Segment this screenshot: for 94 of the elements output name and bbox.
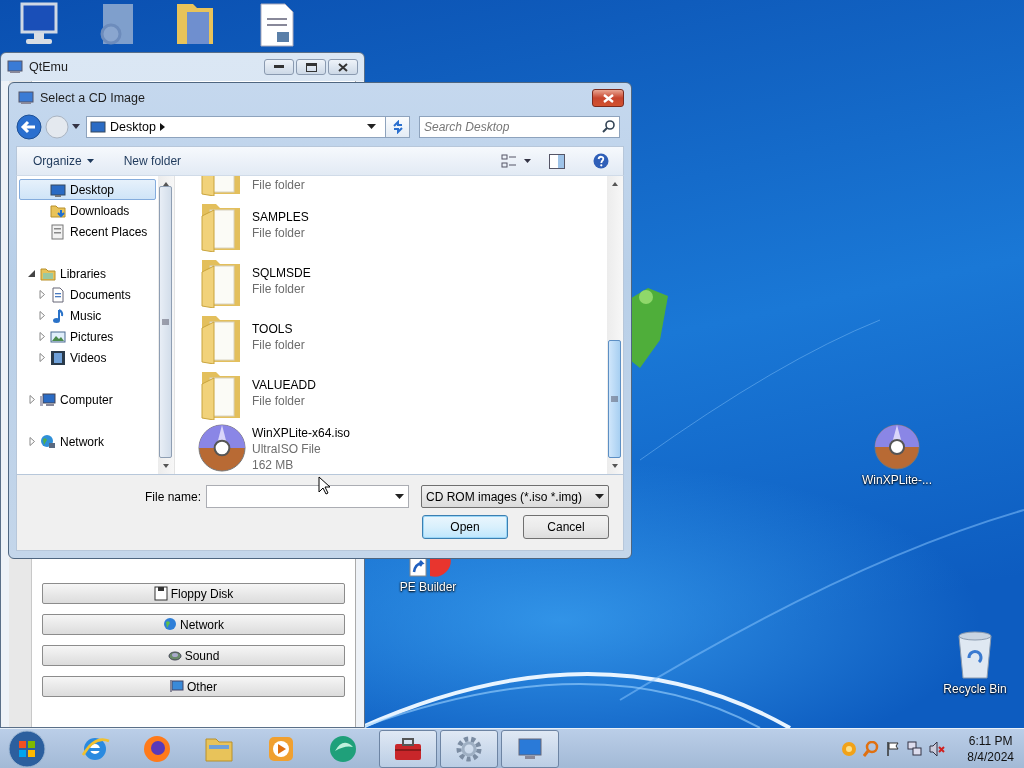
app-icon — [18, 90, 34, 106]
file-type: File folder — [252, 177, 305, 193]
file-name: SQLMSDE — [252, 265, 311, 281]
file-item[interactable]: WinXPLite-x64.iso UltraISO File 162 MB — [179, 424, 607, 474]
computer-icon — [40, 391, 56, 408]
nav-item[interactable]: Music — [19, 305, 156, 326]
maximize-icon — [305, 62, 317, 72]
address-bar[interactable]: Desktop — [86, 116, 386, 138]
nav-item[interactable]: Desktop — [19, 179, 156, 200]
file-item[interactable]: SQLMSDE File folder — [179, 256, 607, 312]
minimize-icon — [274, 65, 284, 69]
nav-item[interactable]: Libraries — [19, 263, 156, 284]
file-type: File folder — [252, 281, 306, 297]
file-item[interactable]: SAMPLES File folder — [179, 200, 607, 256]
cancel-button[interactable]: Cancel — [523, 515, 609, 539]
start-button[interactable] — [8, 729, 46, 768]
scrollbar[interactable] — [607, 176, 623, 474]
expand-arrow-icon[interactable] — [28, 269, 36, 278]
device-button[interactable]: Network — [42, 614, 345, 635]
speaker-icon — [167, 648, 182, 663]
new-folder-button[interactable]: New folder — [117, 151, 188, 171]
download-folder-icon — [50, 202, 66, 219]
file-type: File folder — [252, 337, 305, 353]
desktop-icon — [50, 181, 66, 198]
document-icon — [50, 286, 66, 303]
disc-icon[interactable] — [873, 423, 921, 471]
picture-icon — [50, 328, 66, 345]
device-button[interactable]: Sound — [42, 645, 345, 666]
file-type-dropdown[interactable]: CD ROM images (*.iso *.img) — [421, 485, 609, 508]
icon-label[interactable]: Recycle Bin — [943, 682, 1007, 696]
breadcrumb[interactable]: Desktop — [110, 120, 156, 134]
taskbar-window-button[interactable] — [379, 729, 437, 768]
refresh-button[interactable] — [386, 116, 410, 138]
close-button[interactable] — [328, 59, 358, 75]
file-type: File folder — [252, 393, 306, 409]
globe-icon — [163, 617, 177, 632]
close-icon — [338, 62, 348, 72]
close-icon — [602, 93, 614, 103]
scrollbar[interactable] — [158, 176, 174, 474]
file-item[interactable]: File folder — [179, 176, 607, 200]
nav-item[interactable]: Computer — [19, 389, 156, 410]
open-button[interactable]: Open — [422, 515, 508, 539]
file-size: 162 MB — [252, 457, 295, 473]
close-button[interactable] — [592, 89, 624, 107]
file-name: WinXPLite-x64.iso — [252, 425, 351, 441]
maximize-button[interactable] — [296, 59, 326, 75]
file-type: UltraISO File — [252, 441, 322, 457]
device-button[interactable]: Floppy Disk — [42, 583, 345, 604]
dropdown-arrow-icon — [395, 493, 404, 500]
scroll-thumb[interactable] — [159, 186, 172, 458]
search-icon — [602, 120, 615, 133]
scroll-thumb[interactable] — [608, 340, 621, 458]
file-name: SAMPLES — [252, 209, 309, 225]
dialog-title: Select a CD Image — [40, 91, 145, 105]
network-icon — [40, 433, 56, 450]
field-label: File name: — [144, 489, 201, 504]
back-button[interactable] — [16, 114, 42, 140]
dropdown-arrow-icon — [367, 124, 376, 130]
nav-item[interactable]: Pictures — [19, 326, 156, 347]
clock-date[interactable]: 8/4/2024 — [967, 748, 1014, 765]
film-icon — [50, 349, 66, 366]
clock-time[interactable]: 6:11 PM — [968, 732, 1013, 749]
music-note-icon — [50, 307, 66, 324]
icon-label[interactable]: WinXPLite-... — [862, 473, 932, 487]
device-button[interactable]: Other — [42, 676, 345, 697]
recent-places-icon — [50, 223, 66, 240]
breadcrumb-arrow-icon — [159, 123, 165, 131]
file-name-field[interactable] — [206, 485, 409, 508]
dropdown-arrow-icon — [595, 493, 604, 500]
icon-label[interactable]: PE Builder — [399, 580, 457, 594]
window-title: QtEmu — [29, 60, 68, 74]
file-name: VALUEADD — [252, 377, 316, 393]
file-type: File folder — [252, 225, 306, 241]
search-field[interactable]: Search Desktop — [419, 116, 620, 138]
nav-item[interactable]: Documents — [19, 284, 156, 305]
network-icon[interactable] — [907, 740, 924, 757]
organize-menu[interactable]: Organize — [27, 151, 100, 171]
file-item[interactable]: TOOLS File folder — [179, 312, 607, 368]
file-item[interactable]: VALUEADD File folder — [179, 368, 607, 424]
history-dropdown[interactable] — [72, 124, 80, 130]
nav-item[interactable]: Network — [19, 431, 156, 452]
caret-icon — [86, 159, 94, 163]
speaker-muted-icon[interactable] — [929, 740, 946, 757]
app-icon — [7, 59, 23, 75]
desktop-icon — [90, 119, 106, 135]
taskbar-window-button[interactable] — [501, 729, 559, 768]
monitor-icon — [170, 679, 184, 694]
file-name: TOOLS — [252, 321, 294, 337]
minimize-button[interactable] — [264, 59, 294, 75]
nav-item[interactable]: Videos — [19, 347, 156, 368]
nav-item[interactable]: Recent Places — [19, 221, 156, 242]
nav-item[interactable]: Downloads — [19, 200, 156, 221]
libraries-icon — [40, 265, 56, 282]
flag-icon[interactable] — [885, 740, 902, 757]
